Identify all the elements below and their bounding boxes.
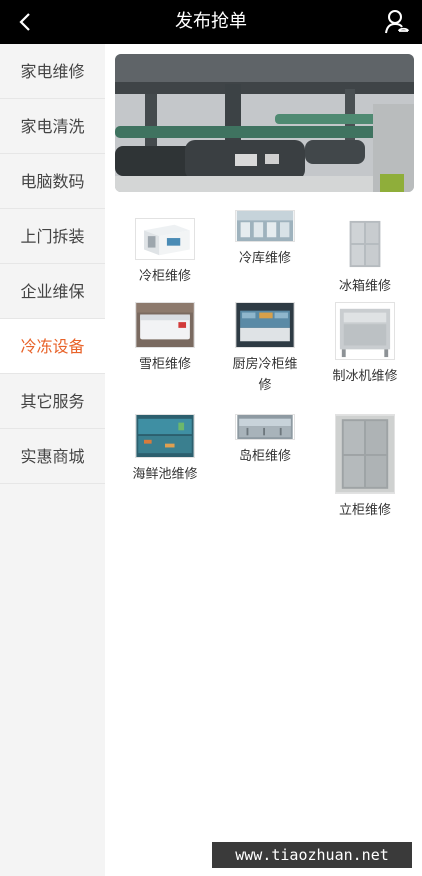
sidebar-item-refrigeration[interactable]: 冷冻设备 (0, 319, 105, 374)
sidebar-item-enterprise-maintenance[interactable]: 企业维保 (0, 264, 105, 319)
upright-freezer-image (335, 414, 395, 494)
sidebar-item-mall[interactable]: 实惠商城 (0, 429, 105, 484)
service-item[interactable]: 海鲜池维修 (115, 414, 215, 485)
page-title: 发布抢单 (175, 11, 247, 32)
service-label: 立柜维修 (338, 503, 391, 518)
service-item[interactable]: 制冰机维修 (315, 302, 415, 387)
chest-freezer-image (135, 302, 195, 348)
sidebar-item-label: 实惠商城 (20, 447, 85, 466)
service-label: 厨房冷柜维修 (232, 357, 298, 393)
service-item[interactable]: 雪柜维修 (115, 302, 215, 375)
sidebar-item-label: 冷冻设备 (20, 337, 85, 356)
sidebar-item-label: 家电维修 (20, 62, 85, 81)
sidebar-item-onsite-install[interactable]: 上门拆装 (0, 209, 105, 264)
cold-room-image (135, 218, 195, 260)
cold-storage-image (235, 210, 295, 242)
chiller-plant-illustration (115, 54, 414, 192)
sidebar-item-appliance-cleaning[interactable]: 家电清洗 (0, 99, 105, 154)
service-item[interactable]: 厨房冷柜维修 (215, 302, 315, 396)
service-label: 海鲜池维修 (132, 467, 198, 482)
banner-image[interactable] (115, 54, 414, 192)
main-content: 冷柜维修 冷库维修 冰箱维修 雪柜维修 厨房冷柜维修 制冰机维修 海鲜池维修 岛… (105, 44, 422, 876)
watermark: www.tiaozhuan.net (212, 842, 412, 868)
seafood-tank-image (135, 414, 195, 458)
sidebar-item-label: 家电清洗 (20, 117, 85, 136)
service-item[interactable]: 冰箱维修 (315, 218, 415, 297)
sidebar-item-label: 企业维保 (20, 282, 85, 301)
sidebar-item-home-appliance-repair[interactable]: 家电维修 (0, 44, 105, 99)
sidebar-item-other-services[interactable]: 其它服务 (0, 374, 105, 429)
service-label: 制冰机维修 (332, 369, 398, 384)
sidebar-item-label: 其它服务 (20, 392, 85, 411)
service-item[interactable]: 立柜维修 (315, 414, 415, 521)
service-label: 冰箱维修 (338, 279, 391, 294)
service-label: 雪柜维修 (138, 357, 191, 372)
service-item[interactable]: 岛柜维修 (215, 414, 315, 467)
island-freezer-image (235, 414, 295, 440)
service-label: 岛柜维修 (238, 449, 291, 464)
sidebar-item-label: 上门拆装 (20, 227, 85, 246)
sidebar-item-computer-digital[interactable]: 电脑数码 (0, 154, 105, 209)
fridge-image (335, 218, 395, 270)
sidebar-item-label: 电脑数码 (20, 172, 85, 191)
user-icon[interactable] (384, 8, 410, 36)
ice-machine-image (335, 302, 395, 360)
service-item[interactable]: 冷柜维修 (115, 218, 215, 287)
top-bar: 发布抢单 (0, 0, 422, 44)
service-label: 冷库维修 (238, 251, 291, 266)
category-sidebar: 家电维修 家电清洗 电脑数码 上门拆装 企业维保 冷冻设备 其它服务 实惠商城 (0, 44, 105, 876)
service-label: 冷柜维修 (138, 269, 191, 284)
service-item[interactable]: 冷库维修 (215, 210, 315, 269)
kitchen-freezer-image (235, 302, 295, 348)
